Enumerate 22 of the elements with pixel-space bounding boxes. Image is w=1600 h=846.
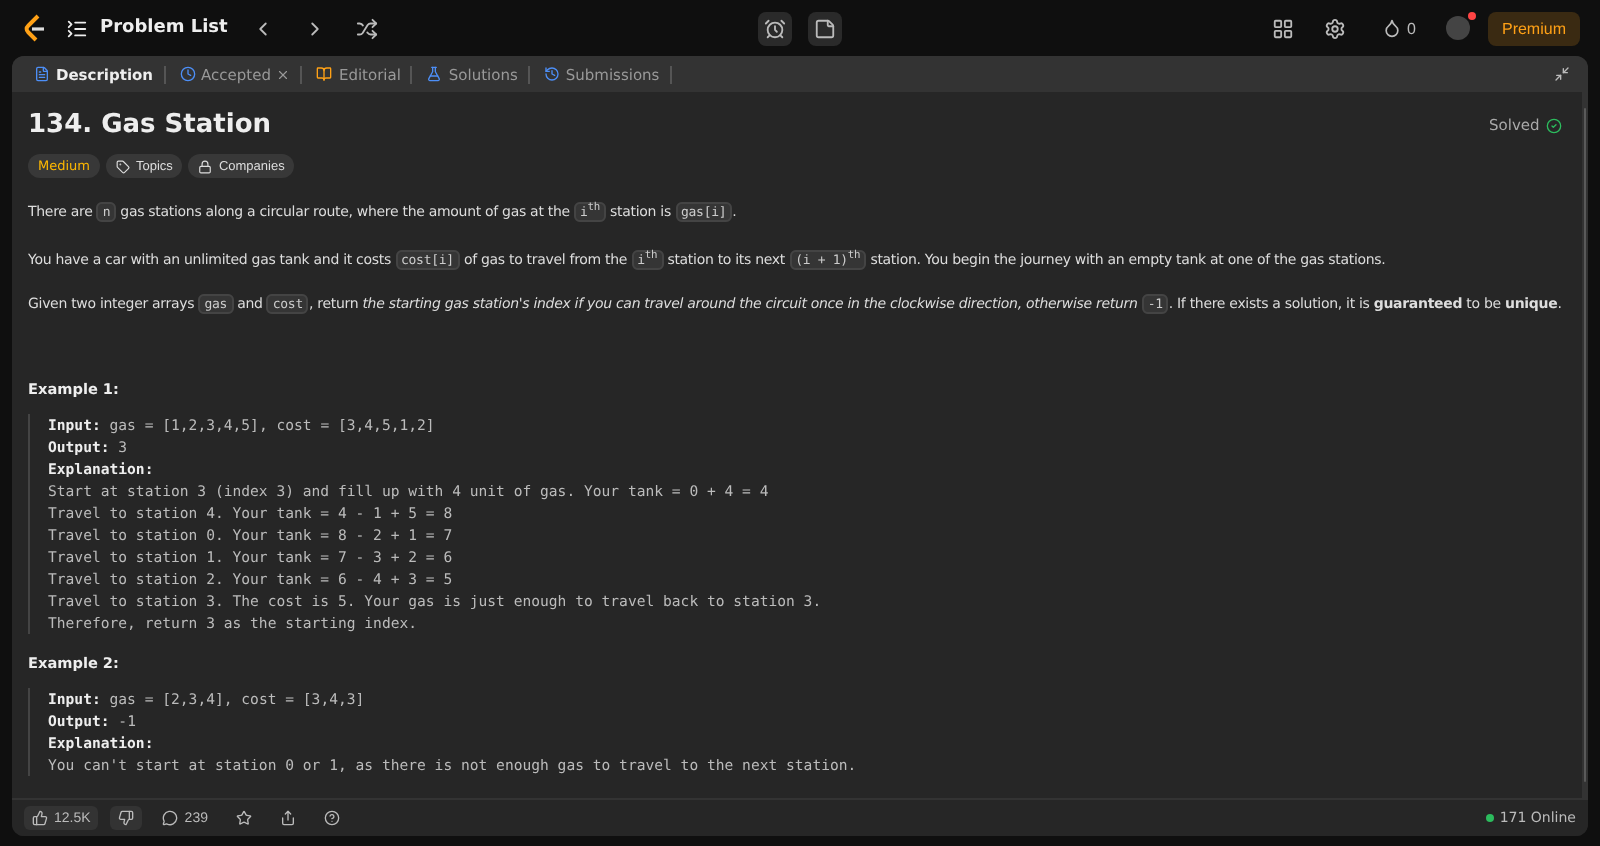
book-icon: [316, 66, 333, 82]
comment-icon: [162, 810, 179, 826]
dislike-button[interactable]: [110, 806, 143, 830]
alarm-clock-icon[interactable]: [758, 11, 792, 45]
clock-icon: [179, 66, 196, 82]
problem-list-button[interactable]: Problem List: [66, 17, 228, 39]
lock-icon: [198, 159, 213, 173]
list-icon: [66, 17, 88, 39]
close-icon[interactable]: [276, 67, 291, 81]
streak-counter[interactable]: 0: [1369, 16, 1428, 40]
logo-icon[interactable]: [20, 12, 48, 44]
flask-icon: [426, 66, 443, 82]
thumbs-down-icon: [118, 810, 135, 826]
premium-button[interactable]: Premium: [1487, 11, 1580, 45]
thumbs-up-icon: [32, 810, 48, 826]
history-icon: [543, 66, 560, 82]
check-circle-icon: [1545, 117, 1562, 133]
droplet-icon: [1381, 18, 1402, 38]
document-icon: [34, 66, 50, 82]
note-icon[interactable]: [808, 11, 842, 45]
tag-icon: [116, 159, 130, 173]
problem-title: 134. Gas Station: [28, 110, 272, 140]
